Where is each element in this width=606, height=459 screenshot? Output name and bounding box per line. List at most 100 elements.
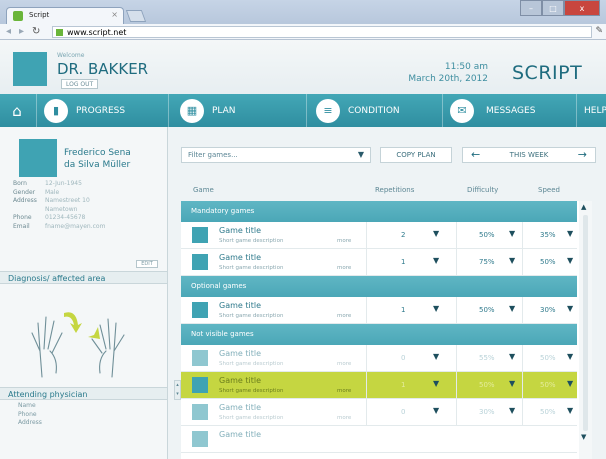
repetitions-value: 1	[401, 306, 406, 314]
minimize-button[interactable]: –	[520, 0, 542, 16]
difficulty-select[interactable]: 50% ▼	[456, 297, 522, 323]
next-week-arrow-icon[interactable]: →	[578, 148, 587, 162]
repetitions-select[interactable]: 1 ▼	[366, 249, 456, 275]
welcome-text: Welcome	[57, 52, 85, 59]
filter-games-select[interactable]: Filter games... ▼	[181, 147, 371, 163]
table-row[interactable]: Game title Short game description more 1…	[181, 249, 577, 276]
more-link[interactable]: more	[337, 361, 351, 367]
info-value: Male	[45, 188, 60, 196]
game-title: Game title	[219, 376, 261, 385]
game-title: Game title	[219, 301, 261, 310]
maximize-button[interactable]: □	[542, 0, 564, 16]
repetitions-select[interactable]: 2 ▼	[366, 222, 456, 248]
table-row[interactable]: Game title	[181, 426, 577, 453]
physician-heading: Attending physician	[0, 387, 167, 400]
speed-select[interactable]: 35% ▼	[522, 222, 577, 248]
edit-patient-button[interactable]: EDIT	[136, 260, 158, 268]
copy-plan-button[interactable]: COPY PLAN	[380, 147, 452, 163]
scroll-up-icon[interactable]: ▲	[581, 203, 586, 211]
repetitions-value: 2	[401, 231, 406, 239]
game-title: Game title	[219, 349, 261, 358]
more-link[interactable]: more	[337, 313, 351, 319]
nav-divider	[168, 94, 169, 127]
header-repetitions: Repetitions	[375, 186, 415, 194]
nav-divider	[306, 94, 307, 127]
forward-arrow-icon[interactable]: ▸	[19, 26, 24, 37]
logout-button[interactable]: LOG OUT	[61, 79, 99, 89]
scroll-thumb[interactable]	[583, 215, 588, 431]
reorder-handle[interactable]: ▴ ▾	[174, 380, 181, 400]
speed-select[interactable]: 50% ▼	[522, 345, 577, 371]
chevron-down-icon: ▼	[433, 379, 440, 388]
difficulty-select[interactable]: 75% ▼	[456, 249, 522, 275]
favicon-icon	[13, 11, 23, 21]
difficulty-value: 55%	[479, 354, 495, 362]
table-row[interactable]: Game title Short game description more 0…	[181, 399, 577, 426]
nav-help[interactable]: HELP	[584, 94, 606, 127]
game-thumbnail	[192, 350, 208, 366]
difficulty-value: 75%	[479, 258, 495, 266]
nav-condition[interactable]: ≡ CONDITION	[316, 94, 400, 127]
speed-select[interactable]: 30% ▼	[522, 297, 577, 323]
nav-messages[interactable]: ✉ MESSAGES	[450, 94, 535, 127]
more-link[interactable]: more	[337, 388, 351, 394]
nav-plan[interactable]: ▦ PLAN	[180, 94, 236, 127]
reload-icon[interactable]: ↻	[32, 26, 40, 37]
difficulty-select[interactable]: 30% ▼	[456, 399, 522, 425]
game-thumbnail	[192, 227, 208, 243]
chevron-down-icon: ▼	[567, 256, 574, 265]
table-row[interactable]: Game title Short game description more 1…	[181, 297, 577, 324]
speed-select[interactable]: 50% ▼	[522, 372, 577, 398]
repetitions-select[interactable]: 1 ▼	[366, 372, 456, 398]
game-description: Short game description	[219, 265, 284, 271]
group-header-mandatory[interactable]: Mandatory games	[181, 201, 577, 222]
patient-panel: Frederico Sena da Silva Müller Born 12-Ju…	[0, 127, 168, 459]
repetitions-select[interactable]: 0 ▼	[366, 345, 456, 371]
chevron-down-icon: ▼	[567, 352, 574, 361]
table-row[interactable]: Game title Short game description more 0…	[181, 345, 577, 372]
table-header: Game Repetitions Difficulty Speed	[181, 179, 592, 201]
speed-select[interactable]: 50% ▼	[522, 399, 577, 425]
game-description: Short game description	[219, 388, 284, 394]
speed-select[interactable]: 50% ▼	[522, 249, 577, 275]
speed-value: 50%	[540, 408, 556, 416]
game-thumbnail	[192, 302, 208, 318]
chevron-down-icon: ▼	[509, 352, 516, 361]
patient-photo	[19, 139, 57, 177]
info-value: 01234-45678	[45, 214, 86, 221]
repetitions-select[interactable]: 1 ▼	[366, 297, 456, 323]
tab-close-icon[interactable]: ×	[111, 10, 118, 19]
back-arrow-icon[interactable]: ◂	[6, 26, 11, 37]
header-game: Game	[193, 186, 214, 194]
group-header-optional[interactable]: Optional games	[181, 276, 577, 297]
bar-chart-icon: ▮	[44, 98, 68, 123]
nav-progress[interactable]: ▮ PROGRESS	[44, 94, 125, 127]
table-row-selected[interactable]: Game title Short game description more 1…	[181, 372, 577, 399]
table-scrollbar[interactable]: ▲ ▼	[579, 201, 592, 459]
game-title: Game title	[219, 430, 261, 439]
difficulty-select[interactable]: 55% ▼	[456, 345, 522, 371]
home-icon[interactable]: ⌂	[6, 101, 28, 121]
group-header-not-visible[interactable]: Not visible games	[181, 324, 577, 345]
window-controls: – □ x	[520, 0, 600, 16]
new-tab-button[interactable]	[125, 10, 147, 22]
tab-title: Script	[29, 11, 50, 19]
info-value: 12-Jun-1945	[45, 180, 82, 187]
address-bar[interactable]: www.script.net	[52, 26, 592, 38]
previous-week-arrow-icon[interactable]: ←	[471, 148, 480, 162]
info-key: Gender	[13, 188, 36, 196]
more-link[interactable]: more	[337, 415, 351, 421]
scroll-down-icon[interactable]: ▼	[581, 433, 586, 441]
difficulty-select[interactable]: 50% ▼	[456, 372, 522, 398]
wrench-icon[interactable]: ✎	[595, 26, 603, 36]
browser-tab[interactable]: Script ×	[6, 7, 124, 24]
difficulty-select[interactable]: 50% ▼	[456, 222, 522, 248]
physician-name-label: Name	[18, 402, 36, 409]
repetitions-select[interactable]: 0 ▼	[366, 399, 456, 425]
diagnosis-heading: Diagnosis/ affected area	[0, 271, 167, 284]
datetime: 11:50 am March 20th, 2012	[396, 61, 488, 85]
table-row[interactable]: Game title Short game description more 2…	[181, 222, 577, 249]
more-link[interactable]: more	[337, 238, 351, 244]
more-link[interactable]: more	[337, 265, 351, 271]
close-window-button[interactable]: x	[564, 0, 600, 16]
